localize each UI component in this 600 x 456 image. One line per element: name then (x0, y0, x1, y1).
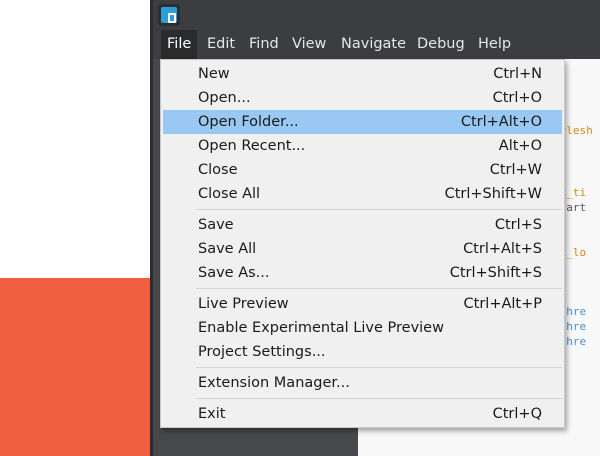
menu-item-shortcut: Ctrl+O (492, 90, 542, 106)
menu-item-label: Close (198, 162, 238, 178)
menu-item-save-all[interactable]: Save All Ctrl+Alt+S (163, 237, 562, 261)
menu-item-shortcut: Ctrl+Shift+W (444, 186, 542, 202)
menu-item-save[interactable]: Save Ctrl+S (163, 213, 562, 237)
menu-item-label: Close All (198, 186, 261, 202)
menu-item-new[interactable]: New Ctrl+N (163, 62, 562, 86)
menu-item-shortcut: Ctrl+N (493, 66, 542, 82)
menu-debug[interactable]: Debug (411, 30, 471, 59)
menu-item-shortcut: Ctrl+S (494, 217, 542, 233)
menu-item-label: Save (198, 217, 234, 233)
menu-item-label: Open... (198, 90, 251, 106)
menu-item-shortcut: Ctrl+Q (492, 406, 542, 422)
menu-navigate[interactable]: Navigate (335, 30, 412, 59)
menu-separator (196, 367, 562, 368)
menu-item-label: Live Preview (198, 296, 289, 312)
menu-bar: File Edit Find View Navigate Debug Help (153, 30, 600, 59)
menu-item-open-folder[interactable]: Open Folder... Ctrl+Alt+O (163, 110, 562, 134)
menu-item-experimental-live-preview[interactable]: Enable Experimental Live Preview (163, 316, 562, 340)
menu-item-close[interactable]: Close Ctrl+W (163, 158, 562, 182)
menu-separator (196, 398, 562, 399)
menu-item-shortcut: Ctrl+Alt+S (463, 241, 542, 257)
menu-item-label: New (198, 66, 230, 82)
menu-view[interactable]: View (286, 30, 332, 59)
menu-item-label: Project Settings... (198, 344, 326, 360)
menu-item-open[interactable]: Open... Ctrl+O (163, 86, 562, 110)
app-logo-icon (158, 4, 180, 26)
menu-file[interactable]: File (161, 30, 198, 59)
menu-separator (196, 288, 562, 289)
title-bar (153, 0, 600, 30)
menu-item-label: Open Recent... (198, 138, 306, 154)
menu-item-live-preview[interactable]: Live Preview Ctrl+Alt+P (163, 292, 562, 316)
menu-item-save-as[interactable]: Save As... Ctrl+Shift+S (163, 261, 562, 285)
menu-find[interactable]: Find (243, 30, 285, 59)
menu-item-shortcut: Alt+O (498, 138, 542, 154)
menu-item-label: Exit (198, 406, 226, 422)
menu-item-shortcut: Ctrl+W (489, 162, 542, 178)
menu-item-close-all[interactable]: Close All Ctrl+Shift+W (163, 182, 562, 206)
menu-item-label: Save As... (198, 265, 270, 281)
desktop-wallpaper-accent (0, 278, 150, 456)
menu-item-shortcut: Ctrl+Shift+S (449, 265, 542, 281)
menu-item-project-settings[interactable]: Project Settings... (163, 340, 562, 364)
menu-item-label: Save All (198, 241, 257, 257)
menu-item-label: Enable Experimental Live Preview (198, 320, 444, 336)
menu-item-extension-manager[interactable]: Extension Manager... (163, 371, 562, 395)
file-menu-dropdown: New Ctrl+N Open... Ctrl+O Open Folder...… (160, 59, 565, 428)
menu-item-open-recent[interactable]: Open Recent... Alt+O (163, 134, 562, 158)
menu-item-exit[interactable]: Exit Ctrl+Q (163, 402, 562, 426)
menu-item-label: Extension Manager... (198, 375, 350, 391)
menu-help[interactable]: Help (472, 30, 517, 59)
menu-item-shortcut: Ctrl+Alt+O (460, 114, 542, 130)
menu-separator (196, 209, 562, 210)
menu-item-label: Open Folder... (198, 114, 299, 130)
screen: File Edit Find View Navigate Debug Help … (0, 0, 600, 456)
menu-item-shortcut: Ctrl+Alt+P (463, 296, 542, 312)
menu-edit[interactable]: Edit (201, 30, 241, 59)
